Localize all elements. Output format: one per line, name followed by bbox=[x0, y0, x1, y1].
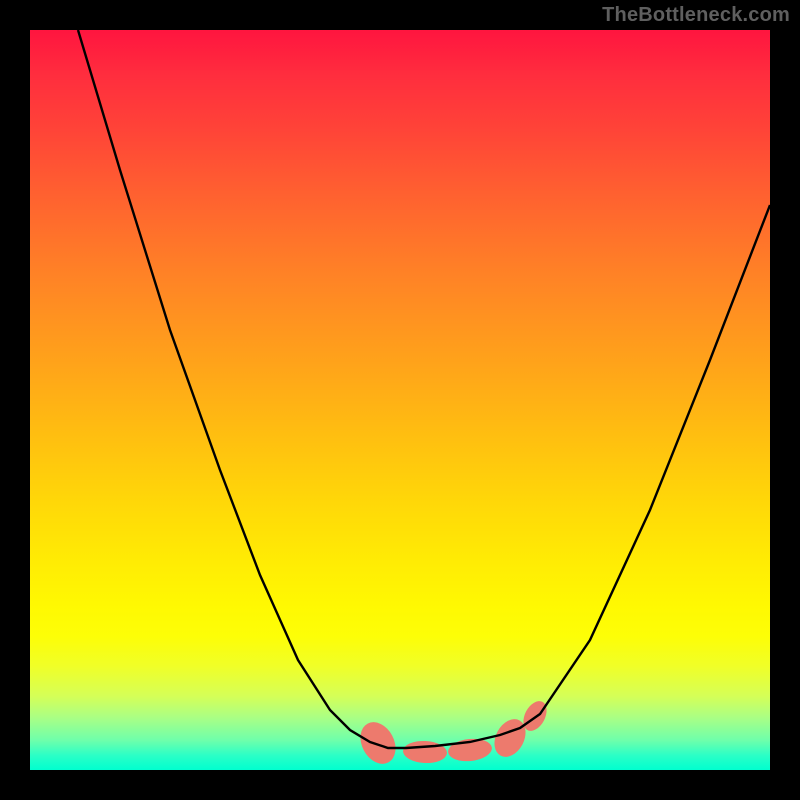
blob-mid-2 bbox=[447, 737, 493, 763]
chart-frame: TheBottleneck.com bbox=[0, 0, 800, 800]
watermark-text: TheBottleneck.com bbox=[602, 4, 790, 27]
curve-layer bbox=[30, 30, 770, 770]
marker-group bbox=[354, 697, 552, 770]
blob-mid-1 bbox=[402, 740, 447, 764]
plot-area bbox=[30, 30, 770, 770]
blob-left bbox=[354, 716, 403, 770]
bottleneck-curve bbox=[78, 30, 770, 748]
